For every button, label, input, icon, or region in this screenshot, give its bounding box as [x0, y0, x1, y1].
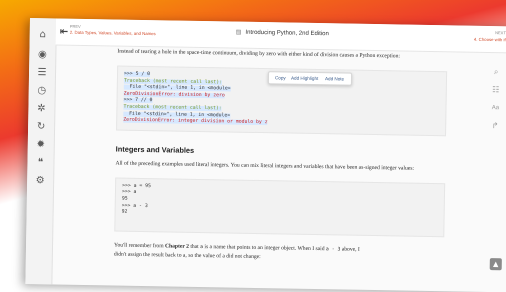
next-chapter-link[interactable]: NEXT 4. Choose with if	[474, 30, 506, 43]
next-kicker: NEXT	[474, 30, 506, 36]
copy-button[interactable]: Copy	[275, 75, 286, 82]
section-heading: Integers and Variables	[116, 144, 446, 159]
list-icon[interactable]: ☰	[35, 66, 49, 80]
prev-kicker: PREV	[70, 24, 81, 29]
font-size-icon[interactable]: Aa	[488, 102, 502, 114]
code-block-division[interactable]: Copy Add Highlight Add Note >>> 5 / 0 Tr…	[116, 66, 447, 136]
prev-arrow-icon[interactable]: ⇤	[60, 27, 69, 38]
left-sidebar: ⌂ ◉ ☰ ◷ ✲ ↻ ✹ ❝ ⚙	[25, 18, 57, 284]
annotations-icon[interactable]: ☷	[489, 84, 503, 96]
next-chapter-title[interactable]: 4. Choose with if	[474, 37, 506, 43]
selection-popover: Copy Add Highlight Add Note	[268, 71, 352, 85]
home-icon[interactable]: ⌂	[36, 28, 50, 42]
book-icon: ▤	[236, 29, 242, 36]
code-block-variables[interactable]: >>> a = 95 >>> a 95 >>> a - 3 92	[114, 177, 445, 237]
reader-window: ⌂ ◉ ☰ ◷ ✲ ↻ ✹ ❝ ⚙ ⇤ PREV 2. Data Types, …	[25, 18, 506, 292]
target-icon[interactable]: ◉	[35, 48, 49, 62]
chapter-link[interactable]: Chapter 2	[165, 243, 189, 249]
paragraph-literal-integers: All of the preceding examples used liter…	[115, 159, 445, 174]
badge-icon[interactable]: ✹	[34, 138, 48, 152]
gear-icon[interactable]: ⚙	[33, 174, 47, 188]
arrow-up-icon[interactable]: ▲	[490, 258, 502, 270]
book-content: Instead of tearing a hole in the space-t…	[114, 46, 448, 265]
history-icon[interactable]: ↻	[34, 120, 48, 134]
add-note-button[interactable]: Add Note	[325, 76, 344, 83]
clock-icon[interactable]: ◷	[35, 84, 49, 98]
share-icon[interactable]: ↱	[488, 120, 502, 132]
book-title: ▤Introducing Python, 2nd Edition	[236, 29, 329, 38]
paragraph-division-exception: Instead of tearing a hole in the space-t…	[117, 48, 447, 63]
prev-chapter-title[interactable]: 2. Data Types, Values, Variables, and Na…	[70, 30, 156, 36]
search-icon[interactable]: ⌕	[489, 66, 503, 78]
book-title-text: Introducing Python, 2nd Edition	[245, 30, 328, 37]
quote-icon[interactable]: ❝	[33, 156, 47, 170]
add-highlight-button[interactable]: Add Highlight	[291, 76, 318, 83]
settings-gear-icon[interactable]: ✲	[34, 102, 48, 116]
